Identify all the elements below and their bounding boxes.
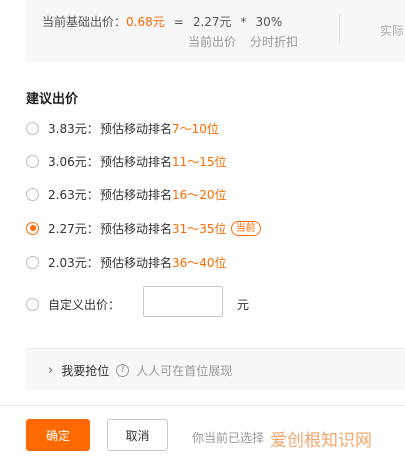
option-price: 3.83元： [48, 121, 99, 136]
suggested-bid-title: 建议出价 [26, 92, 79, 107]
bid-option-5[interactable]: 2.03元： 预估移动排名 36～40位 [26, 253, 227, 271]
radio-button[interactable] [26, 255, 39, 269]
option-price: 3.06元： [48, 154, 99, 169]
cancel-button[interactable]: 取消 [107, 419, 168, 451]
option-rank: 7～10位 [172, 121, 219, 136]
option-price: 2.27元： [48, 221, 99, 236]
divider [339, 14, 340, 44]
multiply-sign: * [240, 15, 247, 29]
bid-option-3[interactable]: 2.63元： 预估移动排名 16～20位 [26, 185, 227, 203]
option-desc: 预估移动排名 [100, 221, 173, 236]
option-rank: 36～40位 [172, 255, 227, 270]
option-desc: 预估移动排名 [100, 154, 173, 169]
bid-formula: 当前基础出价：0.68元 = 2.27元 * 30% [42, 13, 282, 30]
discount-label: 分时折扣 [250, 35, 299, 49]
current-badge: 当前 [230, 220, 261, 236]
actual-label: 实际 [380, 24, 405, 38]
watermark: 爱创根知识网 [270, 431, 372, 451]
radio-button[interactable] [26, 154, 39, 168]
equals-sign: = [173, 15, 184, 29]
discount-value: 30% [255, 15, 283, 29]
confirm-button[interactable]: 确定 [26, 419, 90, 451]
option-rank: 16～20位 [172, 187, 227, 202]
footer-divider [0, 405, 405, 406]
radio-button[interactable] [26, 121, 39, 135]
grab-position-desc: 人人可在首位展现 [136, 364, 233, 378]
bid-info-panel: 当前基础出价：0.68元 = 2.27元 * 30% 当前出价 分时折扣 实际 [26, 0, 405, 62]
option-price: 2.63元： [48, 187, 99, 202]
base-bid-label: 当前基础出价： [42, 15, 127, 29]
option-rank: 31～35位 [172, 221, 227, 236]
help-icon[interactable]: ? [116, 364, 130, 377]
option-rank: 11～15位 [172, 154, 227, 169]
grab-position-label[interactable]: 我要抢位 [61, 362, 109, 379]
option-desc: 预估移动排名 [100, 255, 173, 270]
chevron-right-icon[interactable]: › [48, 363, 53, 378]
current-price-value: 2.27元 [192, 15, 232, 29]
custom-bid-input[interactable] [143, 286, 223, 317]
grab-position-row[interactable]: › 我要抢位 ? 人人可在首位展现 [48, 362, 232, 379]
base-bid-value: 0.68元 [126, 15, 165, 29]
option-desc: 预估移动排名 [100, 121, 173, 136]
custom-bid-option[interactable]: 自定义出价： [26, 295, 120, 313]
option-price: 2.03元： [48, 255, 99, 270]
radio-button[interactable] [26, 297, 39, 311]
grab-position-panel[interactable]: › 我要抢位 ? 人人可在首位展现 [26, 348, 405, 390]
custom-bid-label: 自定义出价： [48, 297, 121, 312]
current-price-label: 当前出价 [188, 35, 237, 49]
option-desc: 预估移动排名 [100, 187, 173, 202]
bid-formula-labels: 当前出价 分时折扣 [188, 33, 312, 50]
radio-button[interactable] [26, 187, 39, 201]
bid-option-4[interactable]: 2.27元： 预估移动排名 31～35位 当前 [26, 219, 261, 237]
selection-note: 你当前已选择 [192, 431, 265, 445]
radio-button-selected[interactable] [26, 221, 39, 235]
bid-option-1[interactable]: 3.83元： 预估移动排名 7～10位 [26, 119, 219, 137]
custom-bid-unit: 元 [237, 298, 250, 312]
bid-option-2[interactable]: 3.06元： 预估移动排名 11～15位 [26, 152, 227, 170]
